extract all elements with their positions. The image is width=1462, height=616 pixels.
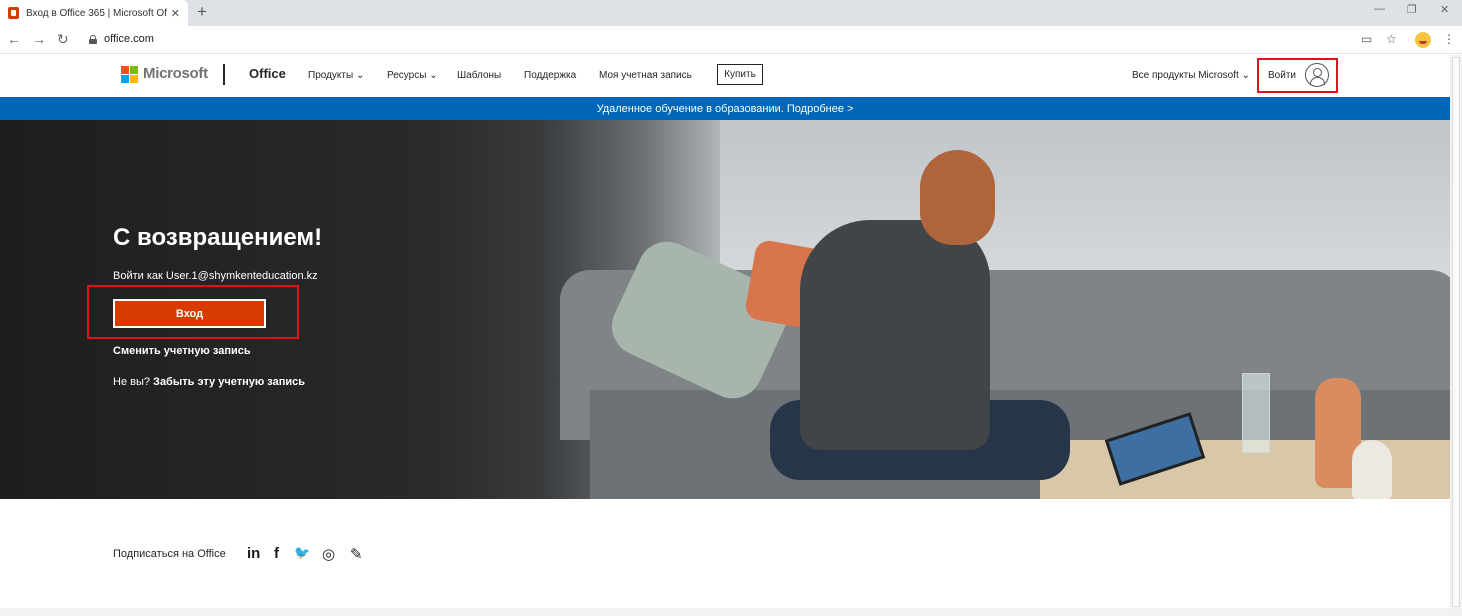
- buy-button[interactable]: Купить: [717, 64, 763, 85]
- chevron-down-icon: ⌄: [429, 70, 438, 81]
- star-icon[interactable]: ☆: [1386, 32, 1397, 46]
- lock-icon: [89, 35, 97, 44]
- chevron-down-icon: ⌄: [355, 70, 365, 81]
- welcome-heading: С возвращением!: [113, 224, 323, 251]
- linkedin-icon[interactable]: in: [247, 545, 260, 562]
- header-divider: [223, 64, 225, 85]
- nav-support[interactable]: Поддержка: [524, 70, 576, 81]
- forget-account-line: Не вы? Забыть эту учетную запись: [113, 376, 305, 388]
- reload-icon[interactable]: ↻: [57, 31, 69, 48]
- nav-resources[interactable]: Ресурсы ⌄: [387, 70, 438, 81]
- close-icon[interactable]: ✕: [171, 7, 180, 20]
- all-products-menu[interactable]: Все продукты Microsoft ⌄: [1132, 70, 1250, 81]
- forget-account-link[interactable]: Забыть эту учетную запись: [153, 376, 305, 388]
- menu-icon[interactable]: ⋮: [1443, 32, 1455, 46]
- window-close-icon[interactable]: ✕: [1440, 3, 1449, 16]
- nav-templates[interactable]: Шаблоны: [457, 70, 501, 81]
- hero-section: С возвращением! Войти как User.1@shymken…: [0, 120, 1450, 499]
- microsoft-logo-icon[interactable]: [121, 66, 138, 83]
- footer-strip: [0, 608, 1450, 616]
- cast-icon[interactable]: ▭: [1361, 32, 1372, 46]
- signin-button[interactable]: Вход: [113, 299, 266, 328]
- instagram-icon[interactable]: ◎: [322, 545, 335, 563]
- nav-my-account[interactable]: Моя учетная запись: [599, 70, 692, 81]
- office-favicon-icon: [8, 7, 19, 19]
- signin-as-text: Войти как User.1@shymkenteducation.kz: [113, 270, 318, 282]
- header-signin-link[interactable]: Войти: [1268, 70, 1296, 81]
- subscribe-label: Подписаться на Office: [113, 548, 226, 560]
- restore-icon[interactable]: ❐: [1407, 3, 1417, 16]
- blog-icon[interactable]: ✎: [350, 545, 363, 563]
- tab-title: Вход в Office 365 | Microsoft Off: [26, 7, 167, 19]
- address-bar: ← → ↻ office.com ▭ ☆ ⋮: [0, 26, 1462, 54]
- nav-products[interactable]: Продукты ⌄: [308, 70, 364, 81]
- profile-icon[interactable]: [1415, 32, 1431, 48]
- office-link[interactable]: Office: [249, 66, 286, 81]
- twitter-icon[interactable]: 🐦: [294, 545, 310, 561]
- forget-prefix: Не вы?: [113, 376, 154, 388]
- browser-tab[interactable]: Вход в Office 365 | Microsoft Off ✕: [0, 0, 188, 26]
- site-header: Microsoft Office Продукты ⌄ Ресурсы ⌄ Ша…: [0, 55, 1450, 97]
- scrollbar-thumb[interactable]: [1452, 57, 1460, 607]
- new-tab-plus-icon[interactable]: +: [197, 2, 207, 22]
- back-icon[interactable]: ←: [7, 31, 21, 47]
- url-input[interactable]: office.com: [104, 33, 154, 45]
- user-avatar-icon[interactable]: [1305, 63, 1329, 87]
- banner-text[interactable]: Удаленное обучение в образовании. Подроб…: [597, 103, 854, 115]
- facebook-icon[interactable]: f: [274, 545, 279, 562]
- promo-banner[interactable]: Удаленное обучение в образовании. Подроб…: [0, 97, 1450, 120]
- switch-account-link[interactable]: Сменить учетную запись: [113, 345, 251, 357]
- browser-tabbar: Вход в Office 365 | Microsoft Off ✕ + — …: [0, 0, 1462, 26]
- minimize-icon[interactable]: —: [1374, 3, 1385, 15]
- chevron-down-icon: ⌄: [1241, 70, 1250, 81]
- hero-photo: [520, 120, 1450, 499]
- microsoft-wordmark[interactable]: Microsoft: [143, 65, 208, 82]
- forward-icon[interactable]: →: [32, 31, 46, 47]
